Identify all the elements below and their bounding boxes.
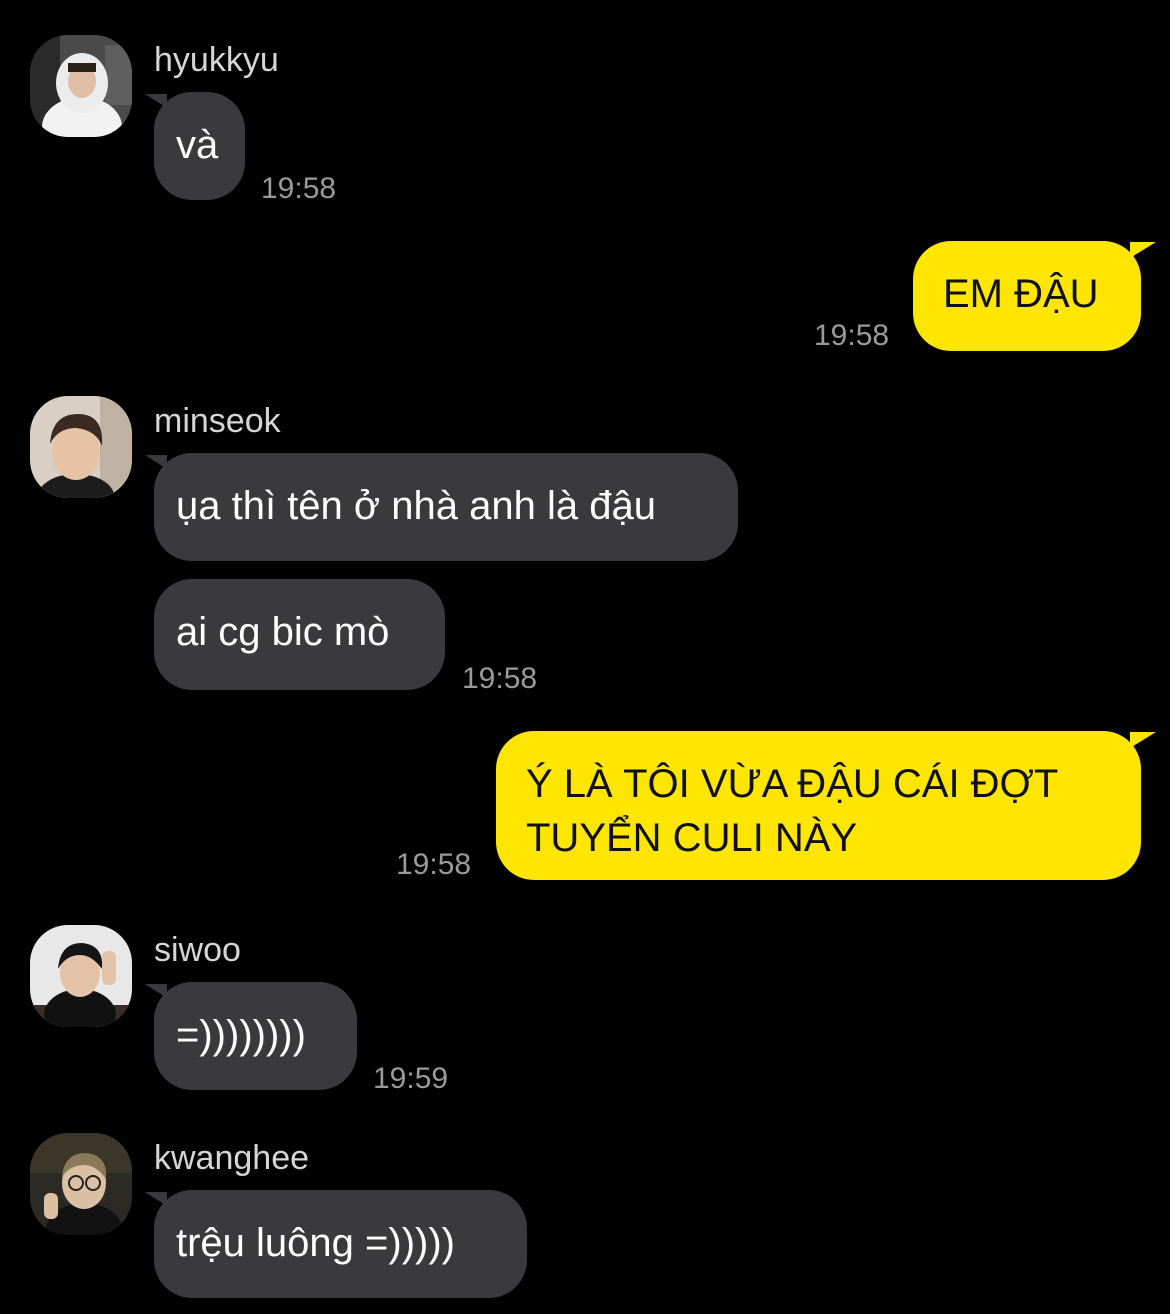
kwanghee-avatar[interactable] [30,1133,132,1235]
message-text-line: Ý LÀ TÔI VỪA ĐẬU CÁI ĐỢT [526,762,1059,806]
hyukkyu-avatar[interactable] [30,35,132,137]
sender-name: kwanghee [154,1139,310,1177]
message-text: ai cg bic mò [176,610,390,654]
message-text: và [176,123,219,167]
message-timestamp: 19:58 [814,319,890,352]
message-bubble[interactable]: =)))))))) [154,982,357,1090]
message-timestamp: 19:58 [396,848,472,881]
bubble-tail [1130,242,1156,258]
message-text: EM ĐẬU [943,272,1099,316]
message-text-line: TUYỂN CULI NÀY [526,816,858,860]
message-timestamp: 19:59 [373,1062,449,1095]
sender-name: hyukkyu [154,41,279,79]
message-timestamp: 19:58 [462,662,538,695]
outgoing-message-bubble[interactable]: EM ĐẬU [913,241,1141,351]
message-text: =)))))))) [176,1013,306,1057]
bubble-tail [1130,732,1156,748]
sender-name: siwoo [154,931,241,969]
message-text: trệu luông =))))) [176,1221,455,1265]
message-timestamp: 19:58 [261,172,337,205]
siwoo-avatar[interactable] [30,925,132,1027]
sender-name: minseok [154,402,281,440]
message-bubble[interactable]: trệu luông =))))) [154,1190,527,1298]
minseok-avatar[interactable] [30,396,132,498]
message-bubble[interactable]: ai cg bic mò [154,579,445,690]
outgoing-message-bubble[interactable]: Ý LÀ TÔI VỪA ĐẬU CÁI ĐỢT TUYỂN CULI NÀY [496,731,1141,880]
message-text: ụa thì tên ở nhà anh là đậu [176,484,656,528]
message-bubble[interactable]: và [154,92,245,200]
message-bubble[interactable]: ụa thì tên ở nhà anh là đậu [154,453,738,561]
